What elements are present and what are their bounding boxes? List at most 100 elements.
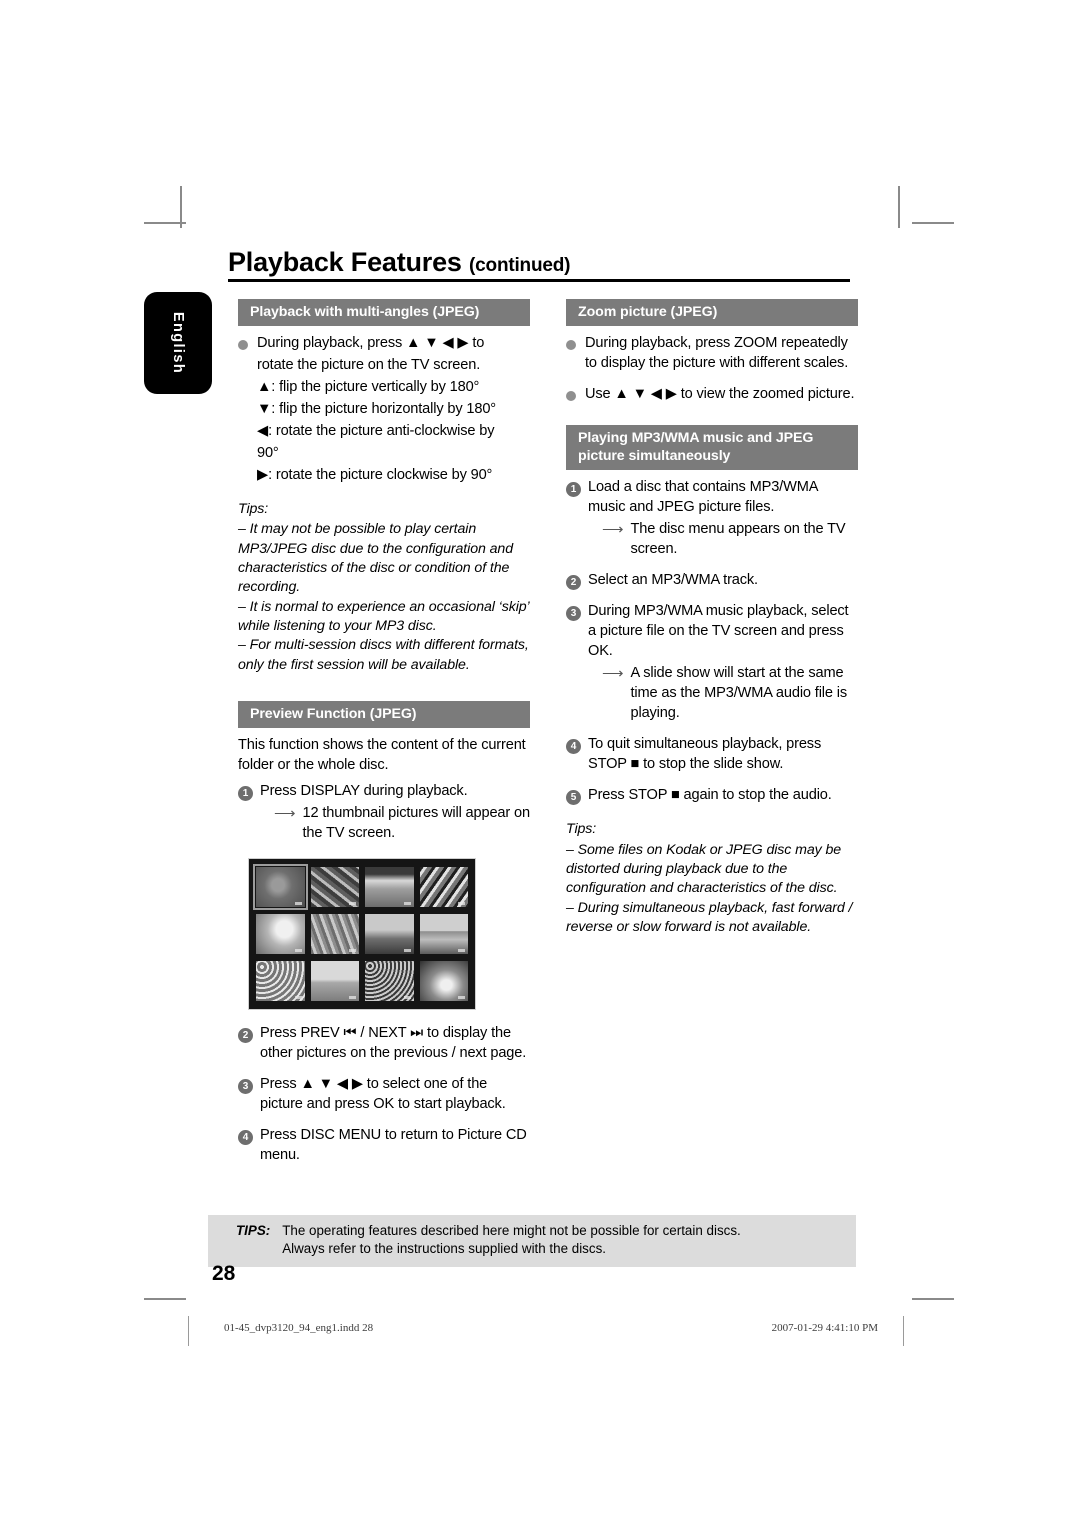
language-tab-label: English — [170, 311, 186, 375]
thumbnail-badge — [349, 901, 356, 905]
thumbnail-item[interactable] — [310, 913, 359, 954]
thumbnail-badge — [294, 948, 302, 952]
tips-footer-line2: Always refer to the instructions supplie… — [282, 1240, 606, 1256]
thumbnail-badge — [458, 995, 465, 999]
thumbnail-badge — [294, 901, 302, 905]
tips-block-simultaneous: Tips: – Some files on Kodak or JPEG disc… — [566, 820, 858, 937]
numbered-step: 1 Press DISPLAY during playback. ⟶ 12 th… — [238, 782, 530, 846]
crop-mark-bottom-right-horizontal — [912, 1298, 954, 1300]
step-body: Select an MP3/WMA track. — [588, 571, 858, 593]
title-divider — [228, 279, 850, 283]
step-result-text: The disc menu appears on the TV screen. — [630, 521, 846, 558]
bullet-dot-icon — [566, 340, 576, 351]
numbered-step: 4 To quit simultaneous playback, press S… — [566, 735, 858, 777]
step-body: To quit simultaneous playback, press STO… — [588, 735, 858, 777]
print-footer-filename: 01-45_dvp3120_94_eng1.indd 28 — [224, 1322, 374, 1334]
thumbnail-item[interactable] — [365, 960, 414, 1001]
tips-item: – For multi-session discs with different… — [238, 637, 529, 673]
step-number-badge: 3 — [566, 606, 581, 622]
bullet-text: During playback, press ZOOM repeatedly t… — [585, 335, 849, 372]
step-text: Press DISPLAY during playback. — [260, 783, 468, 800]
tips-item: – Some files on Kodak or JPEG disc may b… — [566, 841, 842, 897]
step-result-text: A slide show will start at the same time… — [630, 665, 848, 722]
thumbnail-badge — [294, 995, 302, 999]
thumbnail-item[interactable] — [310, 866, 359, 907]
section-header-simultaneous: Playing MP3/WMA music and JPEG picture s… — [566, 425, 858, 471]
bullet-line: ▼: flip the picture horizontally by 180° — [257, 401, 496, 418]
crop-mark-bottom-left-horizontal — [144, 1298, 186, 1300]
thumbnail-badge — [403, 901, 411, 905]
bullet-line: ◀: rotate the picture anti-clockwise by — [257, 423, 495, 440]
step-number-badge: 2 — [566, 575, 581, 591]
thumbnail-badge — [349, 995, 356, 999]
numbered-step: 4 Press DISC MENU to return to Picture C… — [238, 1126, 530, 1168]
page-title: Playback Features (continued) — [228, 248, 850, 276]
bullet-line: ▲: flip the picture vertically by 180° — [257, 379, 480, 396]
page-header: Playback Features (continued) — [228, 248, 850, 283]
thumbnail-item[interactable] — [253, 863, 308, 910]
step-text: Press ▲ ▼ ◀ ▶ to select one of the pictu… — [260, 1075, 506, 1112]
bullet-line: 90° — [257, 445, 279, 462]
thumbnail-item[interactable] — [256, 913, 305, 954]
document-page: Playback Features (continued) English Pl… — [0, 0, 1080, 1527]
section-header-line1: Playing MP3/WMA music and JPEG — [578, 430, 814, 447]
thumbnail-badge — [458, 948, 465, 952]
bullet-line: rotate the picture on the TV screen. — [257, 357, 481, 374]
thumbnail-item[interactable] — [419, 960, 468, 1001]
step-body: Press DISC MENU to return to Picture CD … — [260, 1126, 530, 1168]
thumbnail-item[interactable] — [365, 913, 414, 954]
step-number-badge: 1 — [238, 786, 253, 802]
crop-mark-top-right-horizontal — [912, 222, 954, 224]
bullet-item: During playback, press ZOOM repeatedly t… — [566, 334, 858, 376]
numbered-step: 5 Press STOP ■ again to stop the audio. — [566, 786, 858, 808]
thumbnail-badge — [458, 901, 465, 905]
bullet-dot-icon — [566, 391, 576, 402]
thumbnail-badge — [403, 948, 411, 952]
arrow-right-icon: ⟶ — [602, 521, 624, 539]
thumbnail-item[interactable] — [256, 960, 305, 1001]
thumbnail-item[interactable] — [419, 913, 468, 954]
print-footer-rule-left — [188, 1316, 189, 1346]
step-body: Press STOP ■ again to stop the audio. — [588, 786, 858, 808]
step-number-badge: 1 — [566, 482, 581, 498]
page-number: 28 — [212, 1262, 236, 1285]
numbered-step: 2 Select an MP3/WMA track. — [566, 571, 858, 593]
print-footer: 01-45_dvp3120_94_eng1.indd 28 2007-01-29… — [188, 1316, 904, 1346]
step-result: ⟶ 12 thumbnail pictures will appear on t… — [260, 804, 530, 846]
arrow-right-icon: ⟶ — [274, 805, 296, 822]
step-result: ⟶ A slide show will start at the same ti… — [588, 664, 858, 726]
step-body: Press ▲ ▼ ◀ ▶ to select one of the pictu… — [260, 1075, 530, 1117]
bullet-text: During playback, press ▲ ▼ ◀ ▶ to rotate… — [257, 334, 530, 488]
bullet-dot-icon — [238, 340, 248, 351]
step-text: Press DISC MENU to return to Picture CD … — [260, 1126, 527, 1163]
tips-block-multiangle: Tips: – It may not be possible to play c… — [238, 500, 530, 675]
page-title-main: Playback Features — [228, 247, 462, 277]
step-number-badge: 2 — [238, 1027, 253, 1043]
tips-footer-label: TIPS: — [236, 1223, 271, 1238]
step-text: Press PREV ⏮ / NEXT ⏭ to display the oth… — [260, 1024, 527, 1061]
thumbnail-item[interactable] — [310, 960, 359, 1001]
step-body: Press PREV ⏮ / NEXT ⏭ to display the oth… — [260, 1024, 530, 1066]
section-header-line2: picture simultaneously — [578, 448, 731, 465]
step-number-badge: 4 — [238, 1129, 253, 1145]
thumbnail-badge — [403, 995, 411, 999]
numbered-step: 2 Press PREV ⏮ / NEXT ⏭ to display the o… — [238, 1024, 530, 1066]
tips-footer-strip: TIPS: The operating features described h… — [208, 1215, 856, 1267]
right-column: Zoom picture (JPEG) During playback, pre… — [566, 299, 858, 937]
step-body: Press DISPLAY during playback. ⟶ 12 thum… — [260, 782, 530, 846]
numbered-step: 1 Load a disc that contains MP3/WMA musi… — [566, 478, 858, 562]
step-result-text: 12 thumbnail pictures will appear on the… — [302, 805, 531, 841]
tips-heading: Tips: — [238, 501, 269, 518]
language-tab: English — [144, 292, 212, 394]
thumbnail-badge — [349, 948, 356, 952]
tips-footer-line1: The operating features described here mi… — [282, 1223, 741, 1238]
print-footer-timestamp: 2007-01-29 4:41:10 PM — [771, 1322, 878, 1334]
left-column: Playback with multi-angles (JPEG) During… — [238, 299, 530, 1177]
thumbnail-item[interactable] — [365, 866, 414, 907]
tips-footer-text: The operating features described here mi… — [282, 1222, 856, 1258]
section-header-preview: Preview Function (JPEG) — [238, 700, 530, 729]
thumbnail-item[interactable] — [419, 866, 468, 907]
crop-mark-top-left-horizontal — [144, 222, 186, 224]
bullet-item: During playback, press ▲ ▼ ◀ ▶ to rotate… — [238, 334, 530, 488]
step-text: During MP3/WMA music playback, select a … — [588, 603, 849, 660]
